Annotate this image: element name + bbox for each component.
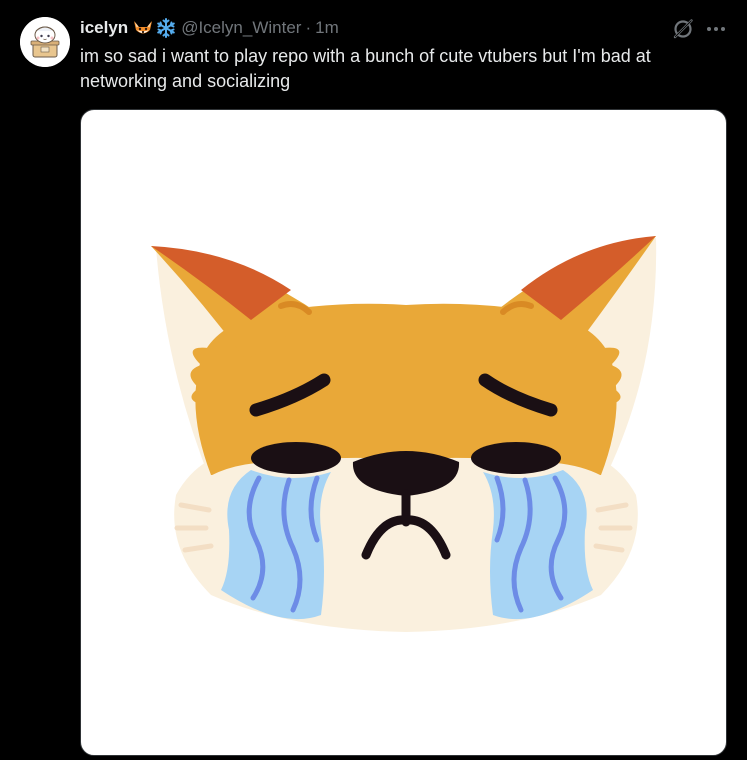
display-name[interactable]: icelyn — [80, 18, 128, 38]
tweet[interactable]: icelyn @Icelyn_Winter · 1m im so sad i w… — [0, 0, 747, 760]
timestamp[interactable]: 1m — [315, 18, 339, 38]
name-badges — [132, 17, 177, 39]
snowflake-emoji-icon — [157, 18, 176, 38]
crying-fox-image — [151, 236, 657, 632]
avatar-image — [20, 17, 70, 67]
tweet-header: icelyn @Icelyn_Winter · 1m — [80, 16, 339, 40]
tweet-media[interactable] — [80, 109, 727, 756]
avatar[interactable] — [20, 17, 70, 67]
tweet-text: im so sad i want to play repo with a bun… — [80, 46, 651, 91]
more-options-icon[interactable] — [704, 18, 728, 40]
grok-icon[interactable] — [672, 18, 694, 40]
fox-emoji-icon — [134, 21, 153, 34]
separator-dot: · — [305, 18, 312, 37]
user-handle[interactable]: @Icelyn_Winter — [181, 18, 301, 38]
